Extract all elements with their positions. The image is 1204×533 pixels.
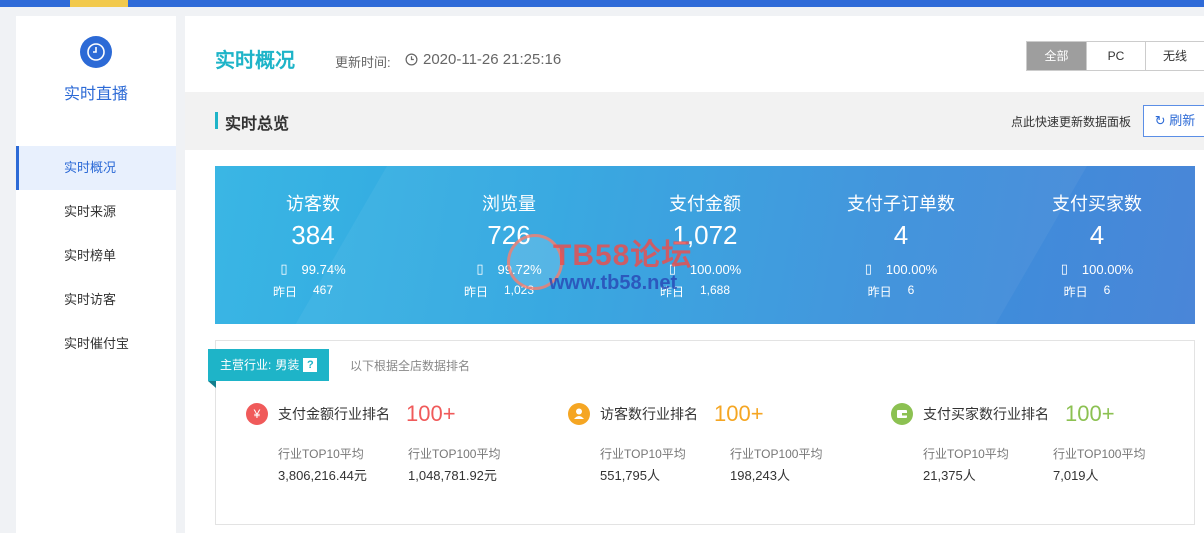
ranking-payment-amount: ¥ 支付金额行业排名 100+ 行业TOP10平均 3,806,216.44元 行… bbox=[246, 401, 538, 484]
mobile-icon: ▯ bbox=[476, 261, 484, 276]
top100-label: 行业TOP100平均 bbox=[1053, 447, 1146, 461]
mobile-icon: ▯ bbox=[864, 261, 872, 276]
watermark-url: www.tb58.net bbox=[549, 272, 678, 294]
stat-yesterday-label: 昨日 bbox=[867, 285, 892, 299]
top100-value: 7,019人 bbox=[1053, 468, 1099, 483]
stat-mobile-share: 99.74% bbox=[301, 261, 346, 277]
sidebar-header: 实时直播 bbox=[16, 36, 176, 146]
top10-value: 3,806,216.44元 bbox=[278, 468, 367, 483]
mobile-icon: ▯ bbox=[1060, 261, 1068, 276]
stat-buyers: 支付买家数 4 ▯ 100.00% 昨日 6 bbox=[999, 190, 1195, 300]
ranking-name: 支付金额行业排名 bbox=[278, 406, 390, 422]
ranking-value: 100+ bbox=[714, 401, 764, 426]
stat-yesterday-value: 6 bbox=[1103, 283, 1111, 297]
stat-value: 4 bbox=[893, 220, 909, 250]
ranking-buyers: 支付买家数行业排名 100+ 行业TOP10平均 21,375人 行业TOP100… bbox=[891, 401, 1183, 484]
stat-mobile-share: 100.00% bbox=[1081, 261, 1134, 277]
segment-all[interactable]: 全部 bbox=[1027, 42, 1086, 70]
stat-label: 支付子订单数 bbox=[847, 194, 955, 214]
stat-yesterday-label: 昨日 bbox=[463, 285, 488, 299]
user-icon bbox=[568, 403, 590, 425]
update-time-label: 更新时间: bbox=[335, 55, 391, 70]
stat-visitors: 访客数 384 ▯ 99.74% 昨日 467 bbox=[215, 190, 411, 300]
stat-mobile-share: 100.00% bbox=[885, 261, 938, 277]
top100-value: 1,048,781.92元 bbox=[408, 468, 497, 483]
top100-value: 198,243人 bbox=[730, 468, 790, 483]
watermark: TB58论坛 www.tb58.net bbox=[497, 228, 737, 318]
segment-wireless[interactable]: 无线 bbox=[1145, 42, 1204, 70]
sidebar-title: 实时直播 bbox=[63, 86, 128, 103]
ranking-visitors: 访客数行业排名 100+ 行业TOP10平均 551,795人 行业TOP100平… bbox=[568, 401, 860, 484]
segment-pc[interactable]: PC bbox=[1086, 42, 1145, 70]
ranking-value: 100+ bbox=[1065, 401, 1115, 426]
overview-bar: 实时总览 点此快速更新数据面板 ↻ 刷新 bbox=[185, 92, 1204, 150]
top10-value: 21,375人 bbox=[923, 468, 976, 483]
stat-yesterday-label: 昨日 bbox=[1063, 285, 1088, 299]
sidebar-item-ranking[interactable]: 实时榜单 bbox=[16, 234, 176, 278]
overview-title: 实时总览 bbox=[215, 110, 289, 134]
top100-label: 行业TOP100平均 bbox=[730, 447, 823, 461]
top10-label: 行业TOP10平均 bbox=[278, 447, 364, 461]
ranking-name: 访客数行业排名 bbox=[600, 406, 698, 422]
clock-small-icon bbox=[405, 53, 418, 66]
help-icon[interactable]: ? bbox=[303, 358, 318, 372]
stat-yesterday-value: 6 bbox=[907, 283, 915, 297]
update-time-value: 2020-11-26 21:25:16 bbox=[423, 51, 562, 68]
industry-label: 主营行业: bbox=[220, 358, 272, 372]
refresh-label: 刷新 bbox=[1169, 113, 1196, 128]
ranking-value: 100+ bbox=[406, 401, 456, 426]
stat-yesterday-value: 467 bbox=[312, 283, 334, 297]
stat-label: 浏览量 bbox=[482, 194, 536, 214]
stats-panel: 访客数 384 ▯ 99.74% 昨日 467 浏览量 726 ▯ 99.72% 昨日… bbox=[215, 166, 1195, 324]
stat-label: 支付买家数 bbox=[1052, 194, 1142, 214]
sidebar-item-payment-reminder[interactable]: 实时催付宝 bbox=[16, 322, 176, 366]
industry-ranking-panel: 主营行业: 男装 ? 以下根据全店数据排名 ¥ 支付金额行业排名 100+ 行业… bbox=[208, 340, 1195, 525]
header: 实时概况 更新时间: 2020-11-26 21:25:16 全部 PC 无线 bbox=[185, 16, 1204, 92]
ranking-note: 以下根据全店数据排名 bbox=[350, 359, 471, 373]
clock-icon bbox=[80, 36, 112, 68]
sidebar-item-source[interactable]: 实时来源 bbox=[16, 190, 176, 234]
mobile-icon: ▯ bbox=[280, 261, 288, 276]
refresh-button[interactable]: ↻ 刷新 bbox=[1143, 105, 1204, 137]
watermark-text: TB58论坛 bbox=[553, 239, 693, 272]
top-bar bbox=[0, 0, 1204, 7]
industry-tag: 主营行业: 男装 ? bbox=[208, 349, 330, 388]
wallet-icon bbox=[891, 403, 913, 425]
stat-yesterday-label: 昨日 bbox=[272, 285, 297, 299]
main-panel: 实时概况 更新时间: 2020-11-26 21:25:16 全部 PC 无线 … bbox=[185, 16, 1204, 533]
overview-hint: 点此快速更新数据面板 bbox=[1011, 115, 1132, 129]
top10-value: 551,795人 bbox=[600, 468, 660, 483]
industry-value: 男装 bbox=[275, 358, 300, 372]
yen-icon: ¥ bbox=[246, 403, 268, 425]
update-time: 2020-11-26 21:25:16 bbox=[405, 51, 561, 68]
ranking-name: 支付买家数行业排名 bbox=[923, 406, 1049, 422]
sidebar-item-overview[interactable]: 实时概况 bbox=[16, 146, 176, 190]
refresh-icon: ↻ bbox=[1154, 113, 1166, 128]
page-title: 实时概况 bbox=[215, 50, 295, 72]
stat-sub-orders: 支付子订单数 4 ▯ 100.00% 昨日 6 bbox=[803, 190, 999, 300]
sidebar: 实时直播 实时概况 实时来源 实时榜单 实时访客 实时催付宝 bbox=[16, 16, 176, 533]
top-tab-indicator bbox=[70, 0, 128, 7]
stat-value: 384 bbox=[291, 220, 335, 250]
stat-label: 支付金额 bbox=[669, 194, 741, 214]
top10-label: 行业TOP10平均 bbox=[600, 447, 686, 461]
stat-label: 访客数 bbox=[286, 194, 340, 214]
top10-label: 行业TOP10平均 bbox=[923, 447, 1009, 461]
stat-value: 4 bbox=[1089, 220, 1105, 250]
device-segment-control: 全部 PC 无线 bbox=[1026, 41, 1204, 71]
top100-label: 行业TOP100平均 bbox=[408, 447, 501, 461]
sidebar-item-visitors[interactable]: 实时访客 bbox=[16, 278, 176, 322]
